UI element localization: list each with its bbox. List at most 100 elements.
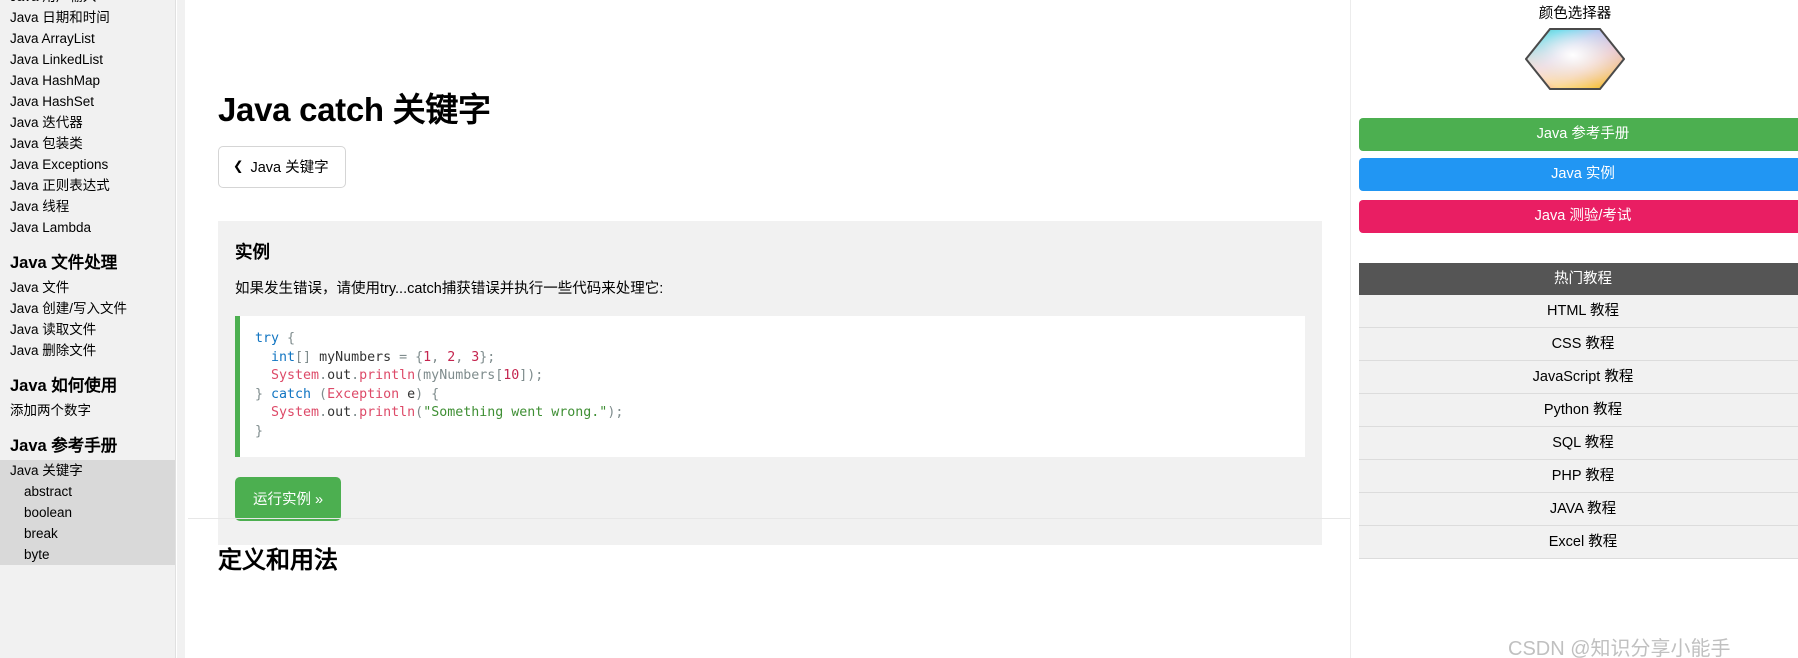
sidebar-keyword-list: abstract boolean break byte xyxy=(0,481,175,565)
sidebar-top-link-list: Java 用户输入Java 日期和时间Java ArrayListJava Li… xyxy=(0,0,175,238)
back-to-keywords-button[interactable]: ❮ Java 关键字 xyxy=(218,146,346,188)
tutorial-item-1[interactable]: CSS 教程 xyxy=(1359,328,1798,361)
sidebar-file-link-list: Java 文件 Java 创建/写入文件 Java 读取文件 Java 删除文件 xyxy=(0,277,175,361)
run-example-button[interactable]: 运行实例 » xyxy=(235,477,342,522)
sidebar-item-howto-0[interactable]: 添加两个数字 xyxy=(0,400,175,421)
code-line: System.out.println("Something went wrong… xyxy=(255,404,1290,423)
code-token: , xyxy=(431,349,448,365)
sidebar-item-7[interactable]: Java 包装类 xyxy=(0,133,175,154)
sidebar-scrollbar-track[interactable] xyxy=(177,0,362,658)
code-token: . xyxy=(351,368,360,384)
sidebar-keyword-0[interactable]: abstract xyxy=(0,481,175,502)
page-root: Java 用户输入Java 日期和时间Java ArrayListJava Li… xyxy=(0,0,1798,658)
code-token: 1 xyxy=(423,349,432,365)
code-token: }; xyxy=(479,349,496,365)
sidebar-item-6[interactable]: Java 迭代器 xyxy=(0,112,175,133)
code-token: } xyxy=(255,423,264,439)
example-heading: 实例 xyxy=(235,242,270,262)
sidebar-item-9[interactable]: Java 正则表达式 xyxy=(0,175,175,196)
definition-heading: 定义和用法 xyxy=(218,547,338,574)
sidebar-item-3[interactable]: Java LinkedList xyxy=(0,49,175,70)
code-token: , xyxy=(455,349,472,365)
example-panel: 实例 如果发生错误，请使用try...catch捕获错误并执行一些代码来处理它:… xyxy=(218,221,1322,546)
sidebar-item-11[interactable]: Java Lambda xyxy=(0,217,175,238)
sidebar-howto-link-list: 添加两个数字 xyxy=(0,400,175,421)
code-line: } xyxy=(255,423,1290,442)
sidebar-keyword-3[interactable]: byte xyxy=(0,544,175,565)
tutorial-item-0[interactable]: HTML 教程 xyxy=(1359,295,1798,328)
java-examples-button[interactable]: Java 实例 xyxy=(1359,158,1798,191)
sidebar-item-file-0[interactable]: Java 文件 xyxy=(0,277,175,298)
example-description: 如果发生错误，请使用try...catch捕获错误并执行一些代码来处理它: xyxy=(235,281,664,297)
sidebar-item-4[interactable]: Java HashMap xyxy=(0,70,175,91)
sidebar-item-java-keywords[interactable]: Java 关键字 xyxy=(0,460,175,481)
sidebar-heading-file-handling: Java 文件处理 xyxy=(10,254,118,272)
java-reference-button[interactable]: Java 参考手册 xyxy=(1359,118,1798,151)
back-button-label: Java 关键字 xyxy=(250,160,329,176)
code-token: ); xyxy=(607,405,624,421)
code-token: ) { xyxy=(415,386,440,402)
code-token: System xyxy=(271,368,320,384)
colorpicker-title: 颜色选择器 xyxy=(1538,6,1612,22)
sidebar-item-5[interactable]: Java HashSet xyxy=(0,91,175,112)
sidebar-item-1[interactable]: Java 日期和时间 xyxy=(0,7,175,28)
code-token: ( xyxy=(415,405,424,421)
code-token: { xyxy=(407,349,424,365)
code-token: myNumbers xyxy=(311,349,400,365)
code-token: try xyxy=(255,331,280,347)
sidebar-item-file-3[interactable]: Java 删除文件 xyxy=(0,340,175,361)
code-token: (myNumbers[ xyxy=(415,368,504,384)
code-token: 10 xyxy=(503,368,520,384)
code-token: = xyxy=(399,349,408,365)
code-token: . xyxy=(319,405,328,421)
sidebar-item-file-1[interactable]: Java 创建/写入文件 xyxy=(0,298,175,319)
code-token: { xyxy=(279,331,296,347)
tutorial-item-6[interactable]: JAVA 教程 xyxy=(1359,493,1798,526)
sidebar-active-section: Java 关键字 abstract boolean break byte xyxy=(0,460,175,565)
code-line: System.out.println(myNumbers[10]); xyxy=(255,367,1290,386)
section-divider xyxy=(188,518,1350,519)
code-token: println xyxy=(359,405,416,421)
code-line: } catch (Exception e) { xyxy=(255,386,1290,405)
java-quiz-button[interactable]: Java 测验/考试 xyxy=(1359,200,1798,233)
code-token: println xyxy=(359,368,416,384)
code-token: e xyxy=(399,386,416,402)
code-token: System xyxy=(271,405,320,421)
code-token: ]); xyxy=(519,368,544,384)
sidebar-heading-how-to: Java 如何使用 xyxy=(10,377,118,395)
code-token: . xyxy=(351,405,360,421)
sidebar-item-0[interactable]: Java 用户输入 xyxy=(0,0,175,7)
tutorial-item-5[interactable]: PHP 教程 xyxy=(1359,460,1798,493)
code-token: } xyxy=(255,386,272,402)
code-token: int xyxy=(271,349,296,365)
color-hexagon-icon[interactable] xyxy=(1524,27,1626,91)
code-token: out xyxy=(327,368,352,384)
code-token: 2 xyxy=(447,349,456,365)
tutorial-item-3[interactable]: Python 教程 xyxy=(1359,394,1798,427)
tutorial-item-4[interactable]: SQL 教程 xyxy=(1359,427,1798,460)
main-content: Java catch 关键字 ❮ Java 关键字 实例 如果发生错误，请使用t… xyxy=(188,0,1350,658)
sidebar-item-file-2[interactable]: Java 读取文件 xyxy=(0,319,175,340)
code-line: int[] myNumbers = {1, 2, 3}; xyxy=(255,349,1290,368)
code-token: ( xyxy=(311,386,328,402)
sidebar-keyword-1[interactable]: boolean xyxy=(0,502,175,523)
sidebar-item-10[interactable]: Java 线程 xyxy=(0,196,175,217)
code-token: out xyxy=(327,405,352,421)
sidebar-keyword-2[interactable]: break xyxy=(0,523,175,544)
tutorial-item-7[interactable]: Excel 教程 xyxy=(1359,526,1798,559)
code-block[interactable]: try { int[] myNumbers = {1, 2, 3}; Syste… xyxy=(235,316,1305,458)
tutorial-item-2[interactable]: JavaScript 教程 xyxy=(1359,361,1798,394)
sidebar-item-8[interactable]: Java Exceptions xyxy=(0,154,175,175)
left-sidebar: Java 用户输入Java 日期和时间Java ArrayListJava Li… xyxy=(0,0,176,658)
code-token: Exception xyxy=(327,386,400,402)
popular-tutorials-panel: 热门教程 HTML 教程 CSS 教程 JavaScript 教程 Python 教程… xyxy=(1359,263,1798,559)
sidebar-heading-reference: Java 参考手册 xyxy=(10,437,118,455)
popular-tutorials-header: 热门教程 xyxy=(1359,263,1798,295)
code-token: [] xyxy=(295,349,312,365)
sidebar-item-2[interactable]: Java ArrayList xyxy=(0,28,175,49)
